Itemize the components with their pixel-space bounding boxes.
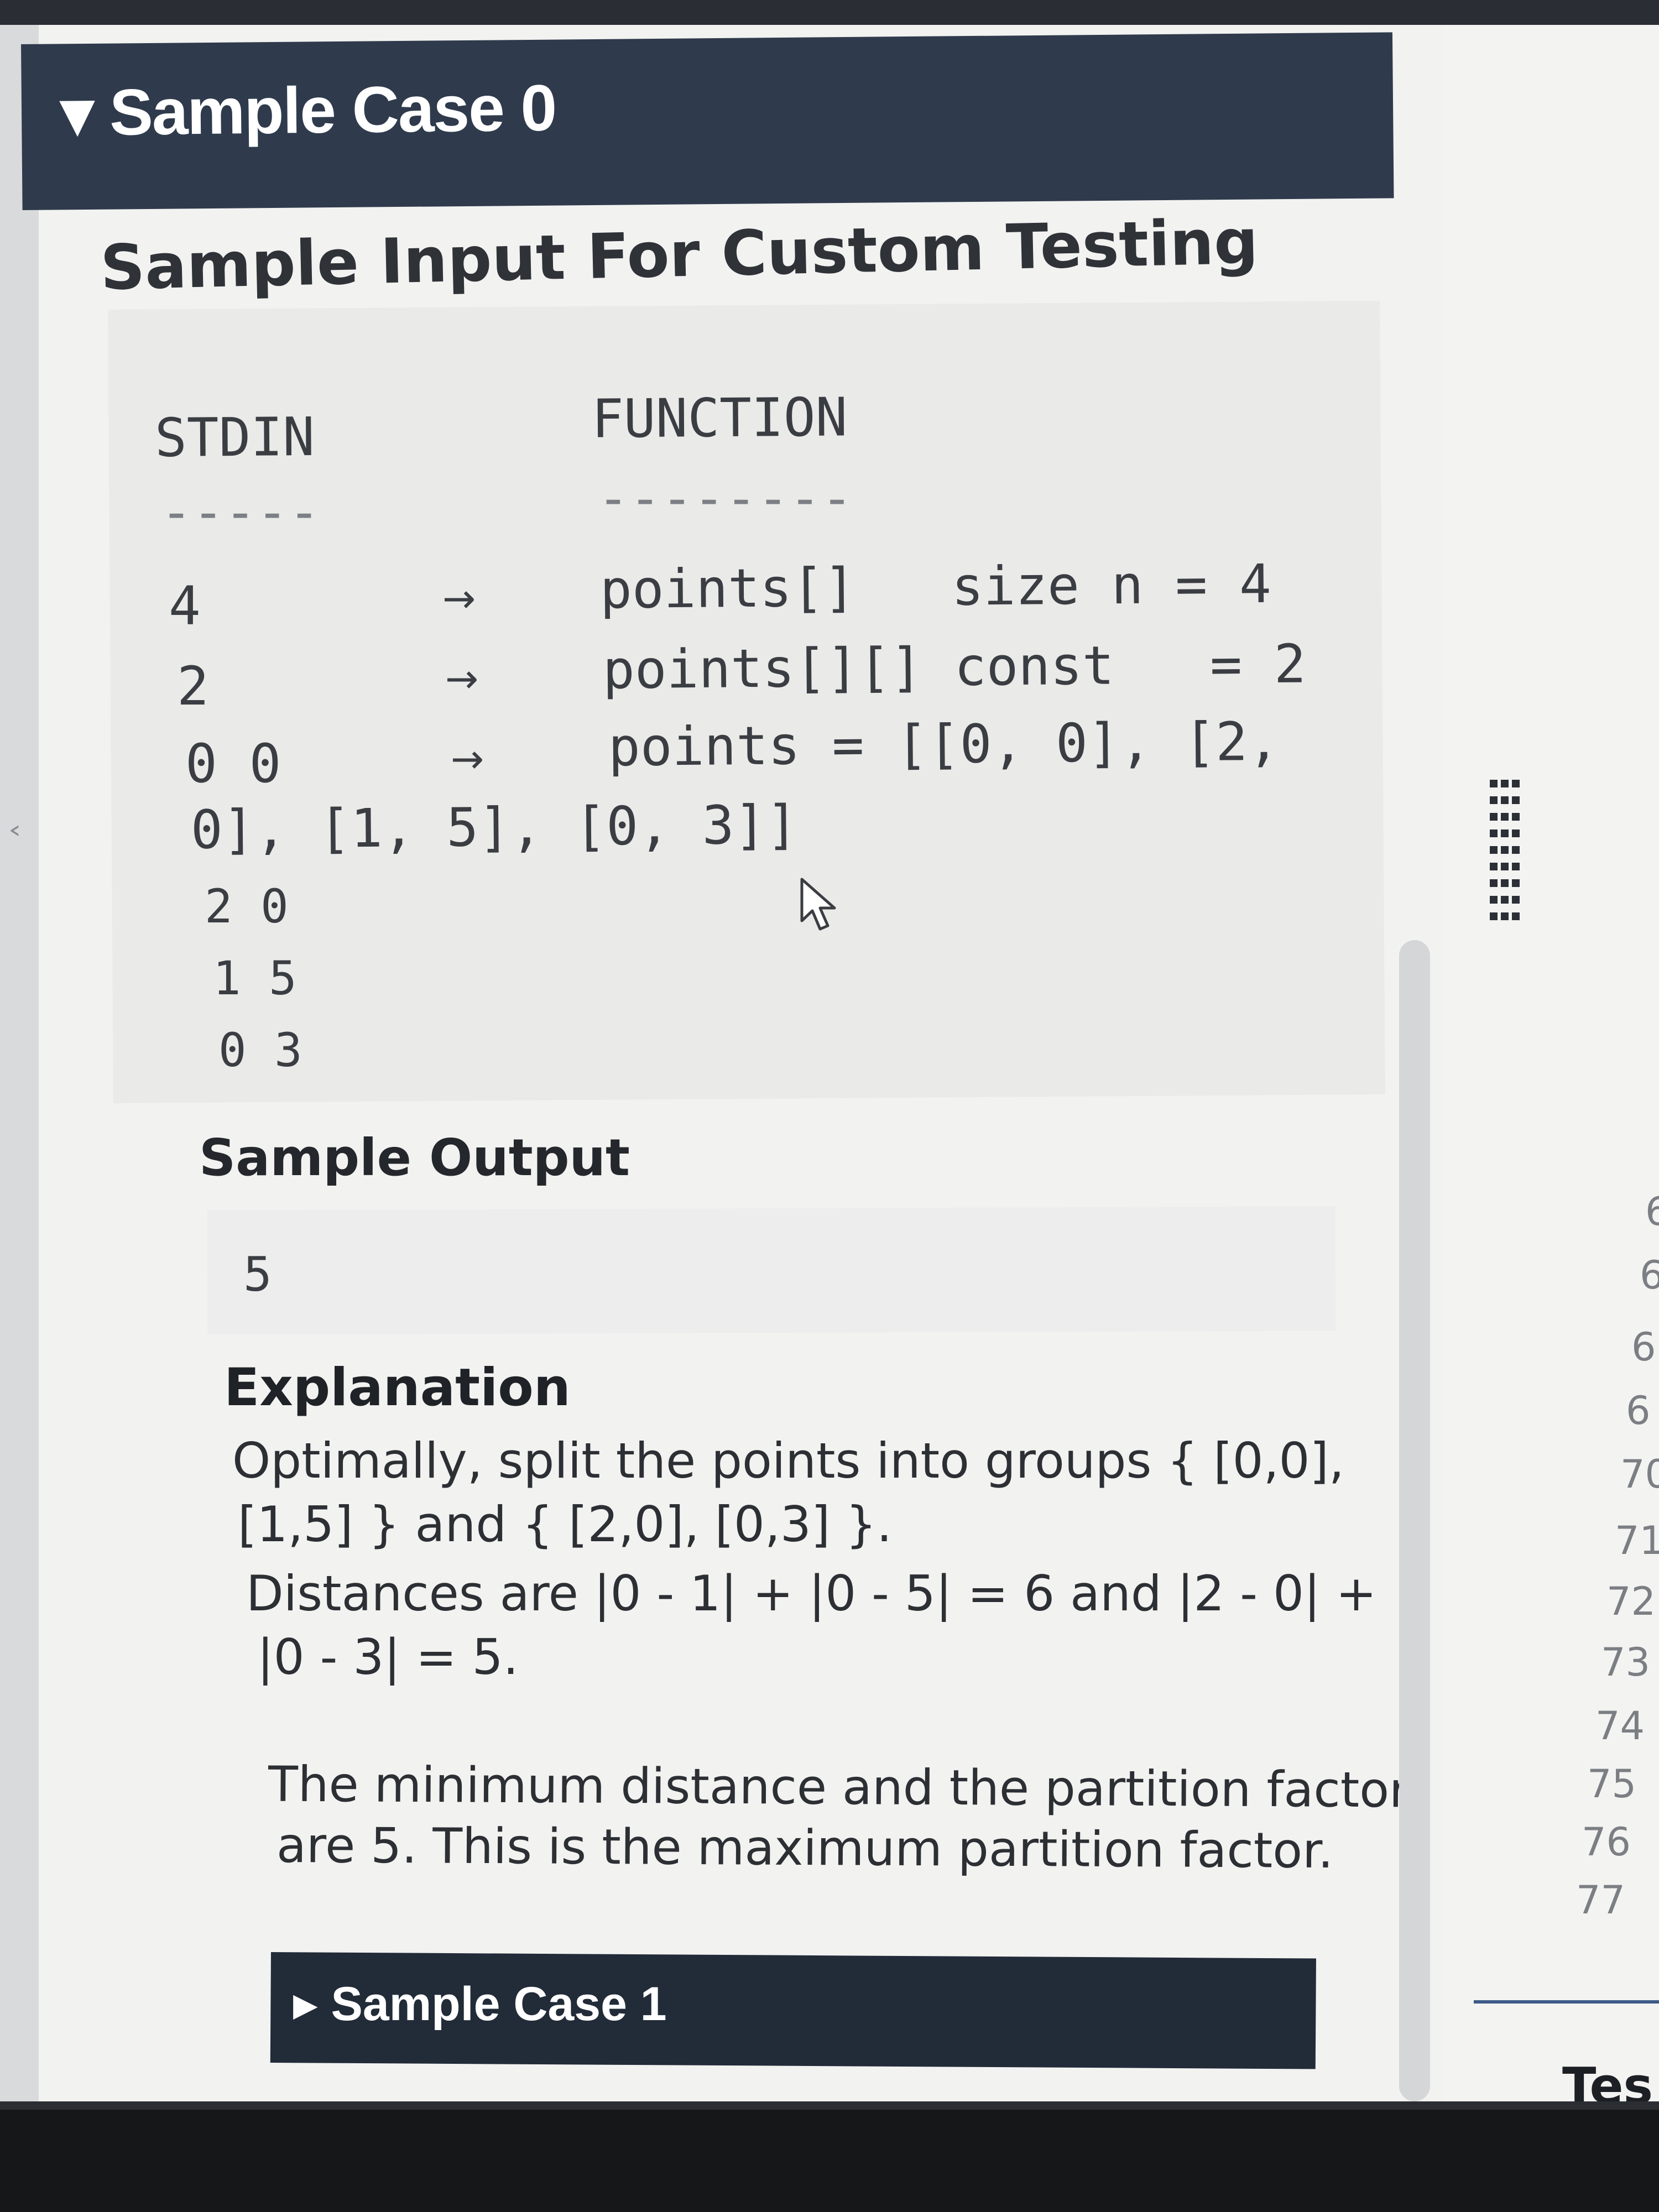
stdin-value: 2 0 xyxy=(205,879,289,933)
mouse-cursor-icon xyxy=(800,878,836,931)
editor-line-number: 6 xyxy=(1626,1388,1651,1433)
explanation-line: [1,5] } and { [2,0], [0,3] }. xyxy=(238,1496,893,1553)
editor-line-number: 73 xyxy=(1601,1640,1651,1685)
arrow-right-icon: → xyxy=(442,575,476,622)
editor-line-number: 6 xyxy=(1640,1253,1659,1298)
stdin-value: 1 5 xyxy=(213,951,297,1005)
editor-line-number: 70 xyxy=(1620,1452,1659,1497)
function-column-header: FUNCTION xyxy=(591,386,848,450)
explanation-line: The minimum distance and the partition f… xyxy=(268,1755,1410,1819)
sample-case-0-title: Sample Case 0 xyxy=(109,71,556,149)
sample-output-heading: Sample Output xyxy=(199,1128,630,1187)
sample-case-0-toggle[interactable]: ▾ Sample Case 0 xyxy=(60,69,556,150)
stdin-column-header: STDIN xyxy=(154,405,315,469)
explanation-line: Optimally, split the points into groups … xyxy=(232,1432,1344,1489)
vertical-scrollbar[interactable] xyxy=(1399,940,1430,2101)
editor-line-number: 77 xyxy=(1576,1877,1626,1923)
stdin-value: 0 0 xyxy=(185,733,281,795)
stdin-rule: ----- xyxy=(160,481,320,543)
function-rule: -------- xyxy=(597,467,853,529)
monitor-top-bezel xyxy=(0,0,1659,25)
explanation-heading: Explanation xyxy=(224,1358,571,1418)
function-desc: points = [[0, 0], [2, xyxy=(608,710,1280,779)
sample-case-1-title: Sample Case 1 xyxy=(331,1978,667,2031)
editor-line-number: 75 xyxy=(1587,1761,1637,1807)
sample-output-block xyxy=(207,1206,1336,1335)
arrow-right-icon: → xyxy=(445,655,479,702)
explanation-line: Distances are |0 - 1| + |0 - 5| = 6 and … xyxy=(246,1565,1377,1622)
editor-line-number: 74 xyxy=(1595,1703,1645,1749)
editor-line-number: 6 xyxy=(1631,1324,1656,1370)
function-desc: points[][] const = 2 xyxy=(602,633,1306,701)
stdin-value: 2 xyxy=(177,655,209,717)
editor-line-number: 76 xyxy=(1582,1819,1631,1865)
left-collapse-strip xyxy=(0,25,39,2115)
arrow-right-icon: → xyxy=(451,735,484,782)
function-desc: points[] size n = 4 xyxy=(599,552,1272,621)
collapse-chevron-icon[interactable]: ‹ xyxy=(8,816,22,844)
monitor-bottom-bezel xyxy=(0,2110,1659,2212)
sample-output-value: 5 xyxy=(243,1247,272,1302)
function-desc-wrap: 0], [1, 5], [0, 3]] xyxy=(190,794,799,861)
explanation-line: are 5. This is the maximum partition fac… xyxy=(276,1816,1334,1880)
screen: ‹ ▾ Sample Case 0 Sample Input For Custo… xyxy=(0,0,1659,2212)
explanation-line: |0 - 3| = 5. xyxy=(257,1629,519,1686)
editor-line-number: 71 xyxy=(1615,1518,1659,1563)
splitter-drag-handle[interactable] xyxy=(1488,780,1521,924)
editor-line-number: 72 xyxy=(1606,1579,1656,1624)
stdin-value: 4 xyxy=(169,575,201,637)
sample-case-1-toggle[interactable]: ▶ Sample Case 1 xyxy=(293,1977,667,2032)
editor-divider xyxy=(1474,2000,1659,2004)
stdin-value: 0 3 xyxy=(218,1023,302,1077)
collapsed-arrow-icon: ▶ xyxy=(293,1986,318,2023)
expand-arrow-icon: ▾ xyxy=(60,76,93,150)
editor-line-number: 6 xyxy=(1645,1189,1659,1234)
